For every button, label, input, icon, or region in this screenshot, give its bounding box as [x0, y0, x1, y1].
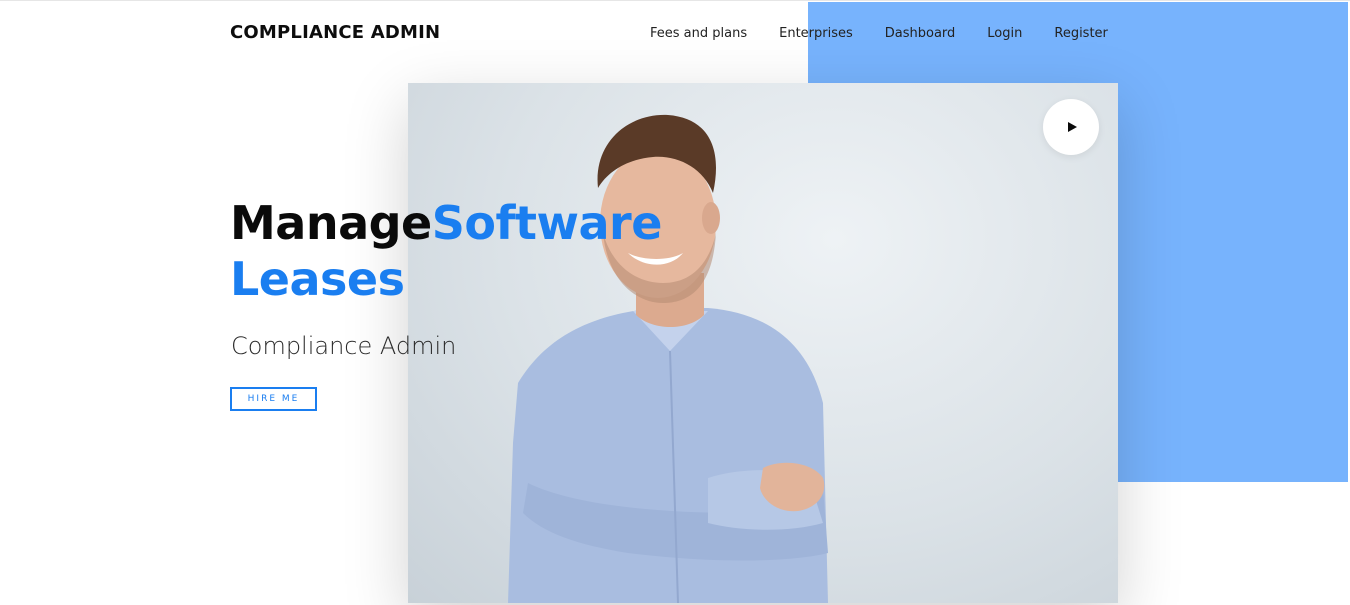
nav-item-dashboard[interactable]: Dashboard [885, 26, 956, 41]
hero-title-word-leases: Leases [230, 252, 405, 306]
hero-photo [408, 83, 1118, 603]
nav-item-login[interactable]: Login [987, 26, 1022, 41]
hero-title-word-software: Software [431, 196, 663, 250]
nav-item-enterprises[interactable]: Enterprises [779, 26, 853, 41]
person-illustration [508, 114, 828, 603]
nav-item-register[interactable]: Register [1054, 26, 1108, 41]
hire-me-button[interactable]: HIRE ME [230, 387, 317, 411]
main-nav: Fees and plans Enterprises Dashboard Log… [650, 26, 1140, 41]
play-video-button[interactable] [1043, 99, 1099, 155]
brand-logo[interactable]: COMPLIANCE ADMIN [230, 22, 440, 43]
play-icon [1068, 122, 1077, 132]
hero-title-word-manage: Manage [230, 196, 432, 250]
hero-subtitle: Compliance Admin [231, 332, 457, 360]
hero-title: ManageSoftware Leases [230, 195, 662, 307]
nav-item-fees-and-plans[interactable]: Fees and plans [650, 26, 747, 41]
